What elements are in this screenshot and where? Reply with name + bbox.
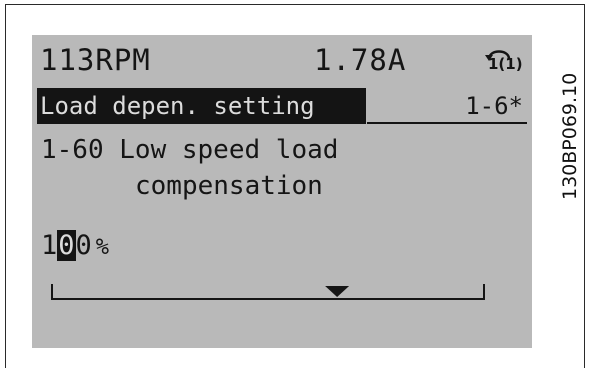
value-digit: 1 — [41, 230, 58, 261]
parameter-group-index: 1-6* — [465, 92, 523, 120]
value-unit: % — [95, 235, 110, 260]
parameter-name-line1: 1-60 Low speed load — [41, 135, 339, 165]
value-digit: 0 — [75, 230, 92, 261]
header-underline — [367, 122, 527, 124]
figure-code: 130BP069.10 — [559, 72, 581, 200]
lcp-display: 113RPM 1.78A 1(1) Load depen. setting 1-… — [32, 35, 532, 348]
motor-current-readout: 1.78A — [314, 43, 407, 77]
value-cursor-digit[interactable]: 0 — [57, 230, 76, 261]
status-line: 113RPM 1.78A 1(1) — [32, 41, 532, 81]
parameter-group-title: Load depen. setting — [37, 88, 366, 124]
parameter-name-line2: compensation — [135, 171, 323, 201]
motor-speed-readout: 113RPM — [40, 43, 151, 77]
active-setup-indicator: 1(1) — [488, 55, 523, 73]
scale-position-marker — [325, 286, 350, 297]
parameter-value[interactable]: 100% — [41, 230, 109, 261]
value-scale-bar — [51, 284, 485, 300]
parameter-group-header: Load depen. setting 1-6* — [37, 88, 527, 124]
